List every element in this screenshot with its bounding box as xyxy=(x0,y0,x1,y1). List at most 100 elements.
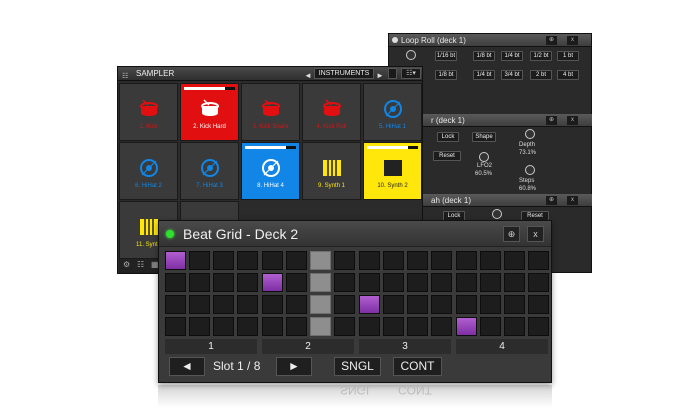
step-cell[interactable] xyxy=(286,273,307,292)
close-button[interactable]: x xyxy=(527,226,544,242)
sampler-pad[interactable]: 9. Synth 1 xyxy=(302,142,361,200)
step-cell[interactable] xyxy=(189,317,210,336)
pin-icon[interactable]: ⊕ xyxy=(546,116,557,125)
step-cell[interactable] xyxy=(262,251,283,270)
step-cell[interactable] xyxy=(431,295,452,314)
next-category-icon[interactable]: ► xyxy=(376,69,384,83)
step-cell[interactable] xyxy=(237,317,258,336)
step-cell[interactable] xyxy=(407,295,428,314)
step-cell[interactable] xyxy=(334,251,355,270)
lr-row1-4[interactable]: 1 bt xyxy=(557,51,579,61)
step-cell[interactable] xyxy=(213,273,234,292)
step-cell[interactable] xyxy=(456,251,477,270)
lr-row1-0[interactable]: 1/16 bt xyxy=(435,51,457,61)
view-icon[interactable]: ☷ xyxy=(137,260,144,269)
sampler-pad[interactable]: 8. HiHat 4 xyxy=(241,142,300,200)
step-cell[interactable] xyxy=(528,295,549,314)
sampler-pad[interactable]: 6. HiHat 2 xyxy=(119,142,178,200)
step-cell[interactable] xyxy=(237,273,258,292)
lr-row1-3[interactable]: 1/2 bt xyxy=(530,51,552,61)
prev-category-icon[interactable]: ◄ xyxy=(304,69,312,83)
lr-row2-4[interactable]: 4 bt xyxy=(557,70,579,80)
step-cell[interactable] xyxy=(165,273,186,292)
step-cell[interactable] xyxy=(504,295,525,314)
prev-slot-button[interactable]: ◄ xyxy=(169,357,205,376)
step-cell[interactable] xyxy=(504,251,525,270)
close-icon[interactable]: x xyxy=(567,116,578,125)
single-mode-button[interactable]: SNGL xyxy=(334,357,381,376)
step-cell[interactable] xyxy=(213,295,234,314)
step-cell[interactable] xyxy=(310,295,331,314)
shape-button[interactable]: Shape xyxy=(472,132,496,142)
step-cell[interactable] xyxy=(528,317,549,336)
step-cell[interactable] xyxy=(480,251,501,270)
settings-icon[interactable]: ⚙ xyxy=(123,260,130,269)
step-cell[interactable] xyxy=(359,295,380,314)
step-cell[interactable] xyxy=(528,273,549,292)
step-cell[interactable] xyxy=(310,251,331,270)
step-cell[interactable] xyxy=(310,317,331,336)
step-cell[interactable] xyxy=(383,317,404,336)
pin-icon[interactable]: ⊕ xyxy=(503,226,520,242)
depth-knob[interactable] xyxy=(525,129,535,139)
step-cell[interactable] xyxy=(456,273,477,292)
sampler-pad[interactable]: 7. HiHat 3 xyxy=(180,142,239,200)
step-cell[interactable] xyxy=(189,295,210,314)
step-cell[interactable] xyxy=(359,273,380,292)
close-icon[interactable]: x xyxy=(567,196,578,205)
step-cell[interactable] xyxy=(407,317,428,336)
lock-button[interactable]: Lock xyxy=(437,132,459,142)
step-cell[interactable] xyxy=(431,273,452,292)
next-slot-button[interactable]: ► xyxy=(276,357,312,376)
step-cell[interactable] xyxy=(334,273,355,292)
step-cell[interactable] xyxy=(334,317,355,336)
step-cell[interactable] xyxy=(189,251,210,270)
step-cell[interactable] xyxy=(237,295,258,314)
steps-knob[interactable] xyxy=(525,165,535,175)
close-icon[interactable]: x xyxy=(567,36,578,45)
lfo2-knob[interactable] xyxy=(479,152,489,162)
step-cell[interactable] xyxy=(456,295,477,314)
power-led-icon[interactable] xyxy=(166,230,174,238)
step-cell[interactable] xyxy=(334,295,355,314)
sampler-pad[interactable]: 2. Kick Hard xyxy=(180,83,239,141)
step-cell[interactable] xyxy=(504,317,525,336)
sampler-pad[interactable]: 5. HiHat 1 xyxy=(363,83,422,141)
step-cell[interactable] xyxy=(262,295,283,314)
step-cell[interactable] xyxy=(480,295,501,314)
step-cell[interactable] xyxy=(262,317,283,336)
continuous-mode-button[interactable]: CONT xyxy=(393,357,442,376)
step-cell[interactable] xyxy=(504,273,525,292)
lr-row2-2[interactable]: 3/4 bt xyxy=(501,70,523,80)
category-selector[interactable]: INSTRUMENTS xyxy=(314,68,374,79)
step-cell[interactable] xyxy=(165,251,186,270)
step-cell[interactable] xyxy=(237,251,258,270)
lr-row2-1[interactable]: 1/4 bt xyxy=(473,70,495,80)
pin-icon[interactable]: ⊕ xyxy=(546,196,557,205)
step-cell[interactable] xyxy=(480,273,501,292)
step-cell[interactable] xyxy=(286,317,307,336)
sampler-pad[interactable]: 4. Kick Roll xyxy=(302,83,361,141)
step-cell[interactable] xyxy=(359,251,380,270)
step-cell[interactable] xyxy=(407,251,428,270)
step-cell[interactable] xyxy=(383,295,404,314)
step-cell[interactable] xyxy=(213,251,234,270)
step-cell[interactable] xyxy=(286,295,307,314)
step-cell[interactable] xyxy=(431,317,452,336)
lr-row1-2[interactable]: 1/4 bt xyxy=(501,51,523,61)
step-cell[interactable] xyxy=(213,317,234,336)
step-cell[interactable] xyxy=(310,273,331,292)
step-cell[interactable] xyxy=(528,251,549,270)
sampler-pad[interactable]: 10. Synth 2 xyxy=(363,142,422,200)
sampler-pad[interactable]: 3. Kick Snare xyxy=(241,83,300,141)
lr-row2-0[interactable]: 1/8 bt xyxy=(435,70,457,80)
sampler-options-button[interactable] xyxy=(388,68,397,79)
lr-row1-1[interactable]: 1/8 bt xyxy=(473,51,495,61)
step-cell[interactable] xyxy=(431,251,452,270)
sampler-menu-icon[interactable]: ☷▾ xyxy=(401,68,421,79)
step-cell[interactable] xyxy=(189,273,210,292)
fx2-knob[interactable] xyxy=(492,209,502,219)
pin-icon[interactable]: ⊕ xyxy=(546,36,557,45)
reset-button[interactable]: Reset xyxy=(433,151,461,161)
step-cell[interactable] xyxy=(359,317,380,336)
